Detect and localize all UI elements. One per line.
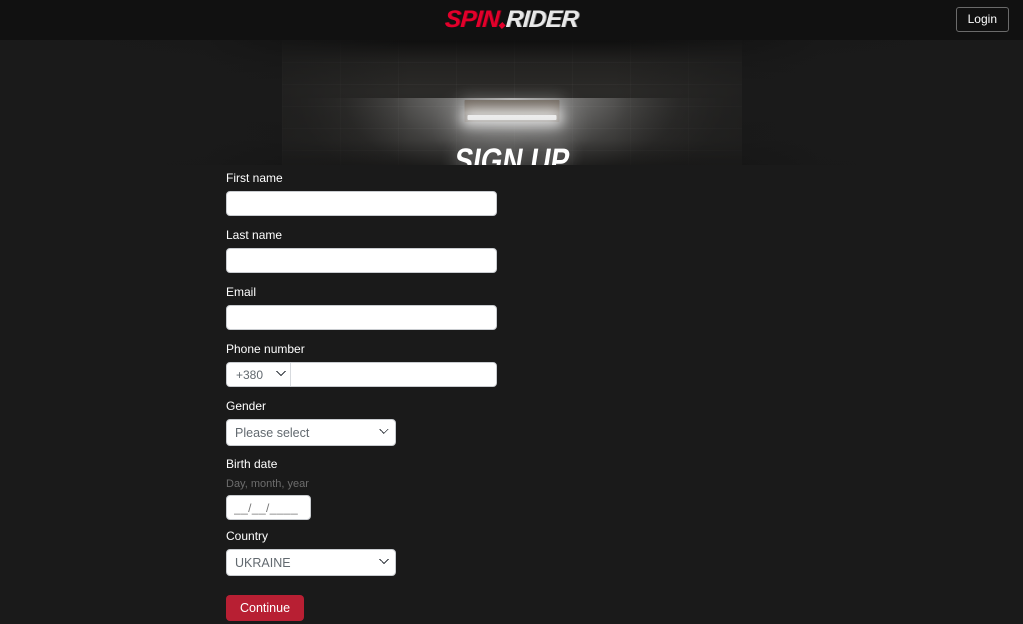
gender-select[interactable]: Please select <box>226 419 396 446</box>
first-name-input[interactable] <box>226 191 497 216</box>
hero-banner: SIGN UP <box>0 40 1023 165</box>
field-group-country: Country UKRAINE <box>226 529 1023 576</box>
field-group-phone: Phone number +380 <box>226 342 1023 387</box>
field-group-last-name: Last name <box>226 228 1023 273</box>
field-group-email: Email <box>226 285 1023 330</box>
email-label: Email <box>226 285 257 299</box>
login-button[interactable]: Login <box>955 7 1009 32</box>
gender-label: Gender <box>226 399 267 413</box>
brand-logo-spin: SPIN <box>443 6 500 33</box>
site-header: SPIN RIDER Login <box>0 0 1023 40</box>
last-name-input[interactable] <box>226 248 497 273</box>
phone-input-row: +380 <box>226 362 497 387</box>
phone-country-code-select[interactable]: +380 <box>227 363 291 386</box>
lamp-tube <box>467 115 556 120</box>
email-input[interactable] <box>226 305 497 330</box>
fluorescent-lamp-icon <box>464 100 559 122</box>
brand-logo[interactable]: SPIN RIDER <box>443 6 580 33</box>
birth-date-hint: Day, month, year <box>226 478 309 490</box>
first-name-label: First name <box>226 171 283 185</box>
birth-date-label: Birth date <box>226 457 278 471</box>
continue-button[interactable]: Continue <box>226 595 305 621</box>
page-title-text: SIGN UP <box>451 142 572 165</box>
country-select[interactable]: UKRAINE <box>226 549 396 576</box>
phone-label: Phone number <box>226 342 305 356</box>
signup-form: First name Last name Email Phone number … <box>0 165 1023 621</box>
field-group-first-name: First name <box>226 171 1023 216</box>
birth-date-input[interactable] <box>226 495 311 520</box>
field-group-birth-date: Birth date Day, month, year <box>226 457 1023 520</box>
field-group-gender: Gender Please select <box>226 399 1023 446</box>
page-title: SIGN UP <box>439 142 584 165</box>
phone-number-input[interactable] <box>291 363 496 386</box>
country-label: Country <box>226 529 269 543</box>
brand-logo-rider: RIDER <box>505 6 580 33</box>
last-name-label: Last name <box>226 228 283 242</box>
